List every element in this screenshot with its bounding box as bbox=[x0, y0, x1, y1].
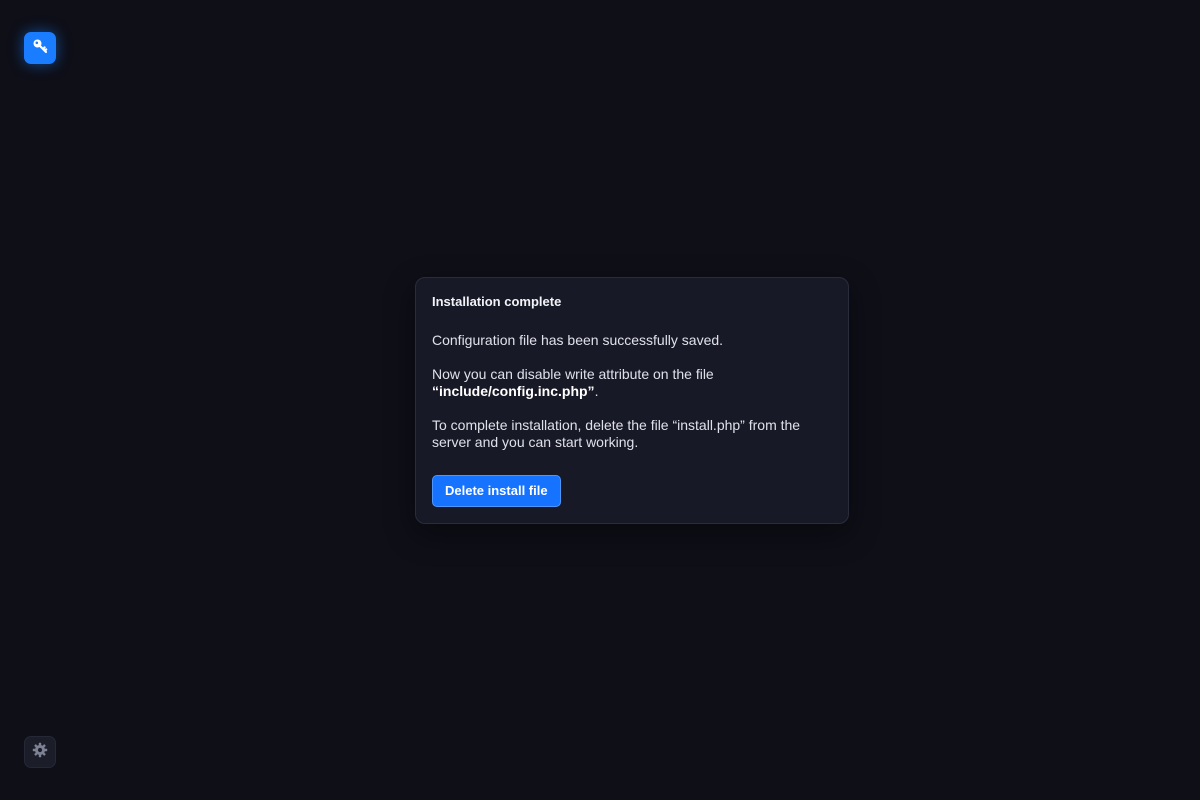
complete-installation-message: To complete installation, delete the fil… bbox=[432, 417, 801, 450]
settings-button[interactable] bbox=[24, 736, 56, 768]
disable-write-message: Now you can disable write attribute on t… bbox=[432, 366, 832, 400]
panel-title: Installation complete bbox=[432, 294, 562, 309]
disable-write-text: Now you can disable write attribute on t… bbox=[432, 366, 714, 382]
installation-complete-panel: Installation complete Configuration file… bbox=[415, 277, 849, 524]
gear-icon bbox=[32, 742, 48, 763]
app-logo[interactable] bbox=[24, 32, 56, 64]
delete-install-file-button[interactable]: Delete install file bbox=[432, 475, 561, 507]
config-file-suffix: . bbox=[594, 383, 599, 399]
config-file-name: “include/config.inc.php” bbox=[432, 383, 595, 399]
saved-message: Configuration file has been successfully… bbox=[432, 332, 724, 348]
key-icon bbox=[32, 38, 48, 59]
